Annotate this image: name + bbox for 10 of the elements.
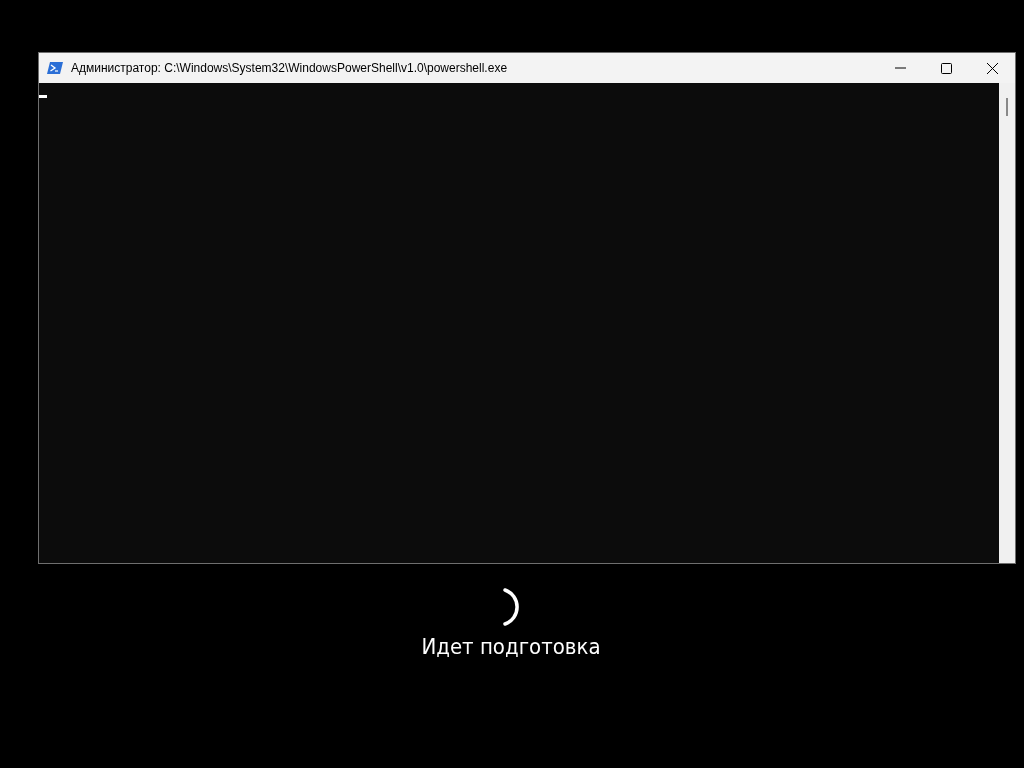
status-message: Идет подготовка xyxy=(421,634,601,659)
powershell-icon xyxy=(47,62,63,74)
window-title: Администратор: C:\Windows\System32\WindowsPowerShell\v1.0\powershell.exe xyxy=(71,61,509,75)
minimize-icon xyxy=(894,67,906,69)
scrollbar-thumb[interactable] xyxy=(1006,98,1008,116)
scrollbar[interactable] xyxy=(999,83,1015,563)
maximize-icon xyxy=(940,62,952,74)
text-cursor xyxy=(39,95,47,98)
loading-spinner-icon xyxy=(502,588,520,626)
close-icon xyxy=(986,62,998,74)
